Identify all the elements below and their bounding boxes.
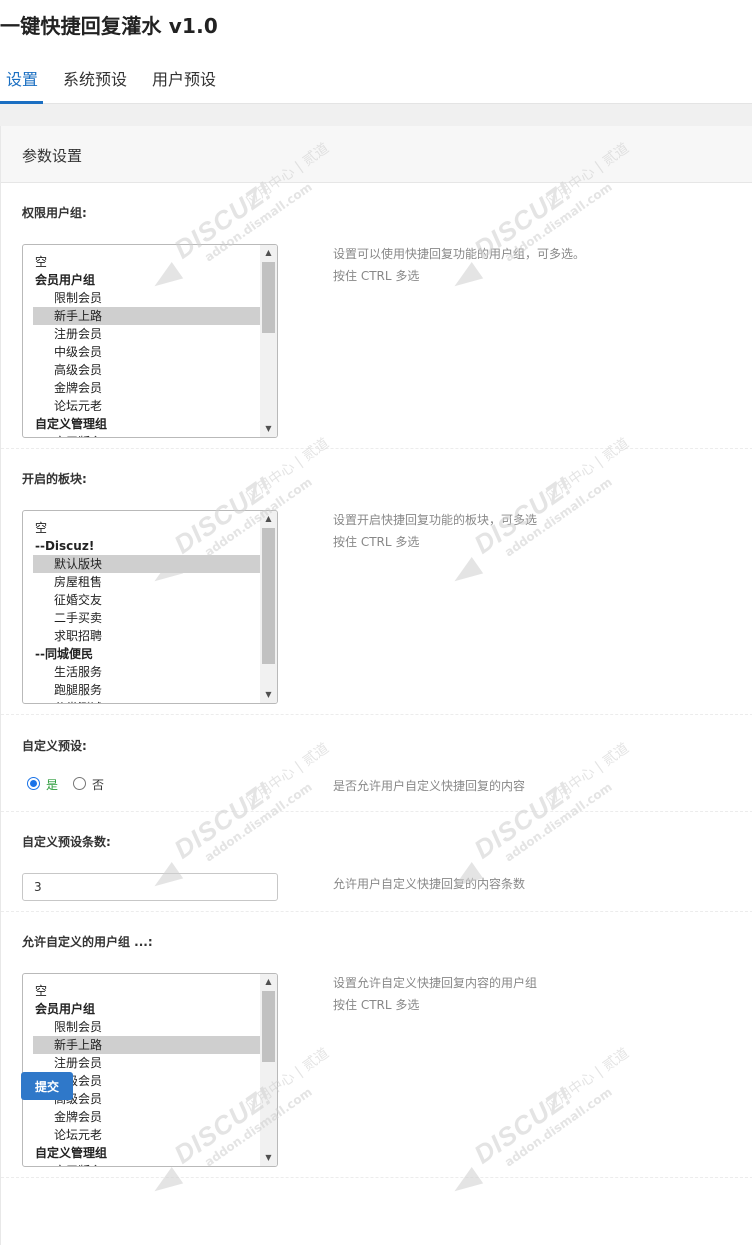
- scroll-down-arrow-icon[interactable]: ▼: [260, 687, 277, 703]
- divider: [1, 714, 752, 715]
- scrollbar[interactable]: ▲ ▼: [260, 511, 277, 703]
- custom-count-input[interactable]: [22, 873, 278, 901]
- panel-title: 参数设置: [22, 147, 83, 165]
- scrollbar[interactable]: ▲ ▼: [260, 245, 277, 437]
- scroll-up-arrow-icon[interactable]: ▲: [260, 974, 277, 990]
- tab-bar: 设置 系统预设 用户预设: [0, 52, 752, 104]
- select-option[interactable]: 新手上路: [33, 307, 261, 325]
- submit-button[interactable]: 提交: [21, 1072, 73, 1100]
- scrollbar[interactable]: ▲ ▼: [260, 974, 277, 1166]
- tab-user-presets[interactable]: 用户预设: [152, 66, 216, 90]
- custom-groups-select[interactable]: 空会员用户组 限制会员 新手上路 注册会员 中级会员 高级会员 金牌会员 论坛元老 自定义管理组…: [22, 973, 278, 1167]
- divider: [1, 811, 752, 812]
- custom-groups-label: 允许自定义的用户组 ...:: [22, 935, 153, 949]
- permission-groups-select[interactable]: 空会员用户组 限制会员 新手上路 注册会员 中级会员 高级会员 金牌会员 论坛元老 自定义管理组…: [22, 244, 278, 438]
- forums-select[interactable]: 空 --Discuz! 默认版块 房屋租售 征婚交友 二手买卖 求职招聘 --同城便民 生活服务…: [22, 510, 278, 704]
- custom-count-help: 允许用户自定义快捷回复的内容条数: [333, 877, 526, 891]
- scroll-thumb[interactable]: [262, 991, 275, 1062]
- divider: [1, 448, 752, 449]
- forums-label: 开启的板块:: [22, 472, 87, 486]
- custom-count-label: 自定义预设条数:: [22, 835, 111, 849]
- tab-system-presets[interactable]: 系统预设: [63, 66, 127, 90]
- divider: [1, 1177, 752, 1178]
- select-option[interactable]: 空: [23, 253, 261, 271]
- tab-settings[interactable]: 设置: [6, 66, 38, 90]
- select-option[interactable]: 会员用户组: [23, 271, 261, 289]
- select-option[interactable]: 实习版主: [23, 433, 261, 437]
- select-option[interactable]: 金牌会员: [23, 1108, 261, 1126]
- select-option[interactable]: --同城便民: [23, 645, 261, 663]
- select-option[interactable]: 中级会员: [23, 343, 261, 361]
- select-option[interactable]: 注册会员: [23, 325, 261, 343]
- scroll-down-arrow-icon[interactable]: ▼: [260, 1150, 277, 1166]
- scroll-up-arrow-icon[interactable]: ▲: [260, 511, 277, 527]
- custom-preset-no-label[interactable]: 否: [92, 776, 104, 793]
- help-text-ctrl: 按住 CTRL 多选: [333, 269, 420, 283]
- select-option[interactable]: 自定义管理组: [23, 415, 261, 433]
- divider: [1, 911, 752, 912]
- scroll-down-arrow-icon[interactable]: ▼: [260, 421, 277, 437]
- help-text: 设置开启快捷回复功能的板块，可多选: [333, 513, 538, 527]
- help-text-ctrl: 按住 CTRL 多选: [333, 998, 420, 1012]
- select-option[interactable]: 注册会员: [23, 1054, 261, 1072]
- help-text-ctrl: 按住 CTRL 多选: [333, 535, 420, 549]
- help-text: 设置允许自定义快捷回复内容的用户组: [333, 976, 538, 990]
- select-option[interactable]: 限制会员: [23, 1018, 261, 1036]
- select-option[interactable]: 分类测试: [23, 699, 261, 703]
- permission-groups-label: 权限用户组:: [22, 206, 87, 220]
- forums-help: 设置开启快捷回复功能的板块，可多选 按住 CTRL 多选: [333, 509, 537, 553]
- custom-preset-yes-label[interactable]: 是: [46, 776, 58, 793]
- select-option[interactable]: 默认版块: [33, 555, 261, 573]
- permission-groups-help: 设置可以使用快捷回复功能的用户组，可多选。 按住 CTRL 多选: [333, 243, 585, 287]
- custom-preset-no-radio[interactable]: [73, 777, 86, 790]
- select-option[interactable]: 实习版主: [23, 1162, 261, 1166]
- select-option[interactable]: 跑腿服务: [23, 681, 261, 699]
- select-option[interactable]: 征婚交友: [23, 591, 261, 609]
- select-option[interactable]: 求职招聘: [23, 627, 261, 645]
- option-list: 空会员用户组 限制会员 新手上路 注册会员 中级会员 高级会员 金牌会员 论坛元老 自定义管理组…: [23, 253, 261, 437]
- select-option[interactable]: 空: [23, 519, 261, 537]
- select-option[interactable]: 新手上路: [33, 1036, 261, 1054]
- scroll-thumb[interactable]: [262, 262, 275, 333]
- select-option[interactable]: 生活服务: [23, 663, 261, 681]
- select-option[interactable]: 房屋租售: [23, 573, 261, 591]
- select-option[interactable]: 空: [23, 982, 261, 1000]
- custom-preset-label: 自定义预设:: [22, 739, 87, 753]
- scroll-thumb[interactable]: [262, 528, 275, 664]
- page-title: 一键快捷回复灌水 v1.0: [0, 14, 219, 38]
- help-text: 设置可以使用快捷回复功能的用户组，可多选。: [333, 247, 586, 261]
- custom-preset-help: 是否允许用户自定义快捷回复的内容: [333, 779, 526, 793]
- scroll-up-arrow-icon[interactable]: ▲: [260, 245, 277, 261]
- select-option[interactable]: 自定义管理组: [23, 1144, 261, 1162]
- custom-groups-help: 设置允许自定义快捷回复内容的用户组 按住 CTRL 多选: [333, 972, 537, 1016]
- select-option[interactable]: 高级会员: [23, 361, 261, 379]
- select-option[interactable]: 二手买卖: [23, 609, 261, 627]
- select-option[interactable]: 论坛元老: [23, 1126, 261, 1144]
- select-option[interactable]: 金牌会员: [23, 379, 261, 397]
- panel-header: 参数设置: [1, 126, 752, 183]
- select-option[interactable]: 限制会员: [23, 289, 261, 307]
- option-list: 空 --Discuz! 默认版块 房屋租售 征婚交友 二手买卖 求职招聘 --同城便民 生活服务…: [23, 519, 261, 703]
- select-option[interactable]: 会员用户组: [23, 1000, 261, 1018]
- select-option[interactable]: --Discuz!: [23, 537, 261, 555]
- select-option[interactable]: 论坛元老: [23, 397, 261, 415]
- settings-panel: 参数设置 权限用户组: 空会员用户组 限制会员 新手上路 注册会员 中级会员 高级会员 金牌…: [0, 126, 752, 1245]
- header-separator: [0, 104, 752, 126]
- custom-preset-yes-radio[interactable]: [27, 777, 40, 790]
